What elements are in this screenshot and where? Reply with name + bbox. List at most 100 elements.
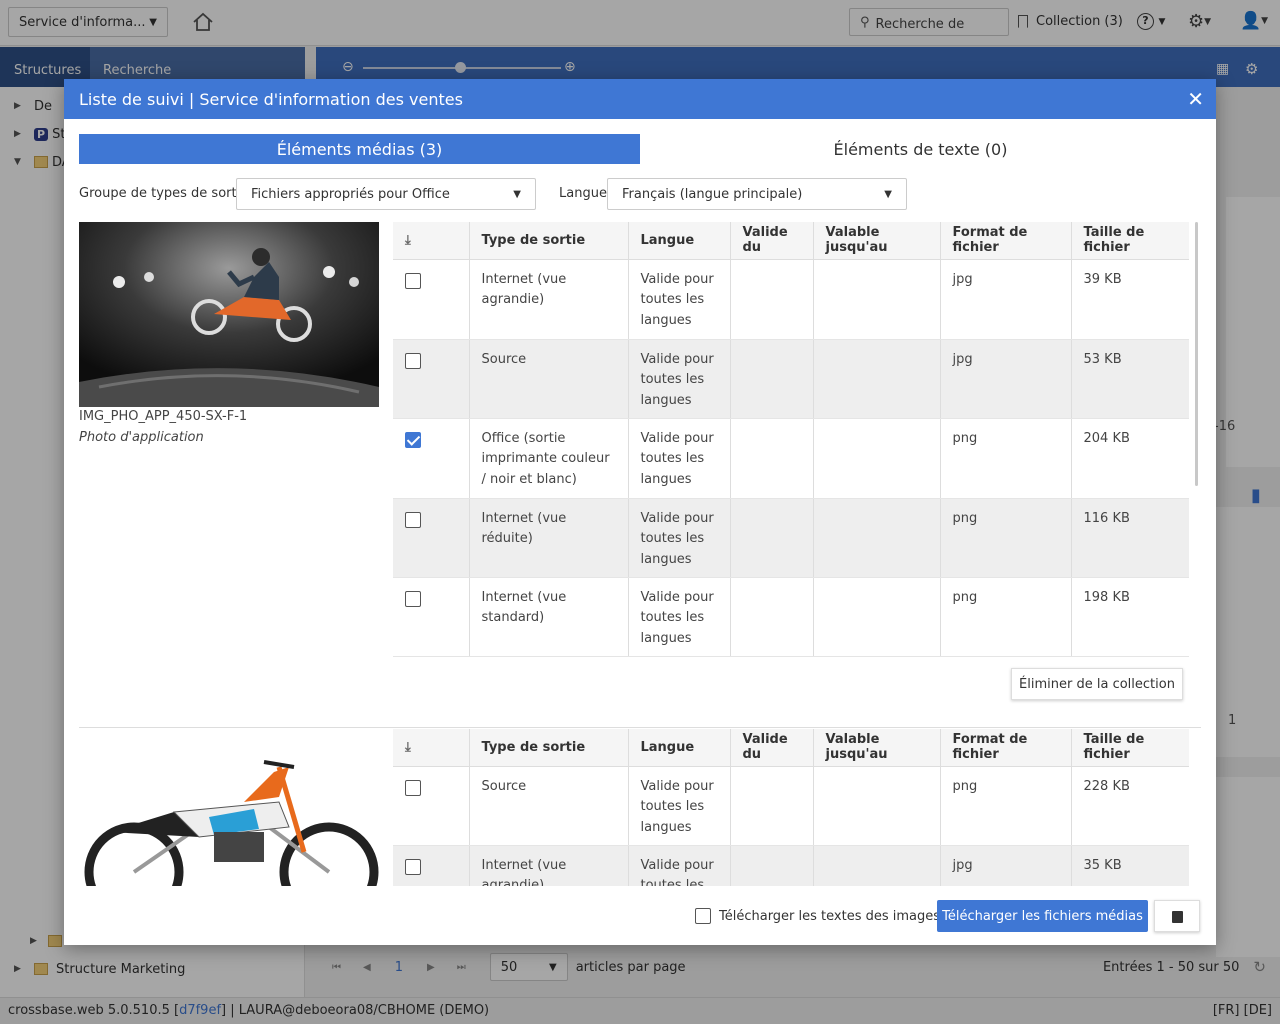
trash-icon: [1171, 911, 1183, 923]
cell-output-type: Source: [481, 351, 527, 367]
table-cell: Office (sortie imprimante couleur / noir…: [469, 418, 629, 499]
table-row[interactable]: Internet (vue agrandie) Valide pour toute…: [393, 259, 1189, 340]
cell-language: Valide pour toutes les langues: [640, 271, 714, 328]
table-cell: png: [940, 498, 1072, 578]
table-cell: Valide pour toutes les langues: [628, 845, 731, 887]
tab-media-elements[interactable]: Éléments médias (3): [79, 134, 640, 164]
column-header-valid-to[interactable]: Valable jusqu'au: [813, 222, 941, 260]
cell-file-format: png: [952, 589, 978, 605]
table-cell: [393, 259, 470, 340]
table-cell: Internet (vue réduite): [469, 498, 629, 578]
table-cell: 228 KB: [1071, 766, 1189, 846]
column-header-language[interactable]: Langue: [628, 222, 731, 260]
table-cell: [730, 577, 814, 657]
table-cell: [813, 766, 941, 846]
dialog-body[interactable]: IMG_PHO_APP_450-SX-F-1 Photo d'applicati…: [64, 222, 1216, 886]
table-cell: [730, 498, 814, 578]
dialog-title: Liste de suivi | Service d'information d…: [79, 89, 463, 109]
cell-output-type: Internet (vue agrandie): [481, 271, 567, 308]
table-row[interactable]: Internet (vue standard) Valide pour toute…: [393, 577, 1189, 657]
table-cell: Valide pour toutes les langues: [628, 766, 731, 846]
cell-file-size: 53 KB: [1083, 351, 1122, 367]
column-header-size[interactable]: Taille de fichier: [1071, 729, 1189, 767]
table-cell: 53 KB: [1071, 339, 1189, 419]
tab-text-elements[interactable]: Éléments de texte (0): [640, 134, 1201, 164]
table-cell: Valide pour toutes les langues: [628, 577, 731, 657]
download-column-header: ⤓: [393, 729, 470, 767]
table-cell: [730, 418, 814, 499]
language-value: Français (langue principale): [622, 186, 803, 202]
scrollbar-thumb[interactable]: [1195, 222, 1198, 486]
table-cell: 116 KB: [1071, 498, 1189, 578]
cell-output-type: Internet (vue réduite): [481, 510, 567, 547]
column-header-language[interactable]: Langue: [628, 729, 731, 767]
table-row[interactable]: Office (sortie imprimante couleur / noir…: [393, 418, 1189, 499]
table-cell: Source: [469, 339, 629, 419]
download-texts-option[interactable]: Télécharger les textes des images: [695, 908, 940, 924]
delete-button[interactable]: [1154, 900, 1200, 932]
table-cell: [393, 418, 470, 499]
row-checkbox[interactable]: [405, 858, 421, 875]
table-row[interactable]: Source Valide pour toutes les langues jpg 5…: [393, 339, 1189, 419]
cell-file-size: 39 KB: [1083, 271, 1122, 287]
column-header-format[interactable]: Format de fichier: [940, 222, 1072, 260]
table-row[interactable]: Internet (vue réduite) Valide pour toutes…: [393, 498, 1189, 578]
row-checkbox[interactable]: [405, 352, 421, 369]
table-cell: Valide pour toutes les langues: [628, 259, 731, 340]
table-cell: Internet (vue standard): [469, 577, 629, 657]
row-checkbox[interactable]: [405, 590, 421, 607]
media-filename: IMG_PHO_APP_450-SX-F-1: [79, 409, 248, 424]
row-checkbox[interactable]: [405, 779, 421, 796]
cell-language: Valide pour toutes les langues: [640, 351, 714, 408]
table-cell: png: [940, 577, 1072, 657]
cell-file-size: 204 KB: [1083, 430, 1130, 446]
download-media-label: Télécharger les fichiers médias: [942, 908, 1143, 924]
table-cell: [813, 259, 941, 340]
table-cell: Internet (vue agrandie): [469, 845, 629, 886]
table-cell: 198 KB: [1071, 577, 1189, 657]
table-cell: Valide pour toutes les langues: [628, 339, 731, 419]
download-icon: ⤓: [405, 739, 411, 755]
download-media-button[interactable]: Télécharger les fichiers médias: [937, 900, 1148, 932]
column-header-type[interactable]: Type de sortie: [469, 222, 629, 260]
table-row[interactable]: Internet (vue agrandie) Valide pour toute…: [393, 845, 1189, 886]
download-texts-checkbox[interactable]: [695, 908, 711, 924]
table-cell: [813, 418, 941, 499]
download-column-header: ⤓: [393, 222, 470, 260]
watchlist-dialog: Liste de suivi | Service d'information d…: [64, 79, 1216, 945]
table-row[interactable]: Source Valide pour toutes les langues png 2…: [393, 766, 1189, 846]
output-group-select[interactable]: Fichiers appropriés pour Office ▼: [236, 178, 536, 210]
column-header-valid-to[interactable]: Valable jusqu'au: [813, 729, 941, 767]
table-cell: Valide pour toutes les langues: [628, 498, 731, 578]
table-cell: png: [940, 766, 1072, 846]
cell-file-format: png: [952, 510, 978, 526]
output-table-1: ⤓ Type de sortie Langue Valide du Valabl…: [393, 222, 1189, 657]
column-header-valid-from[interactable]: Valide du: [730, 729, 814, 767]
dialog-header: Liste de suivi | Service d'information d…: [64, 79, 1216, 119]
table-cell: [813, 577, 941, 657]
column-header-valid-from[interactable]: Valide du: [730, 222, 814, 260]
row-checkbox[interactable]: [405, 511, 421, 528]
language-select[interactable]: Français (langue principale) ▼: [607, 178, 907, 210]
media-caption: Photo d'application: [79, 430, 204, 445]
table-cell: jpg: [940, 259, 1072, 340]
media-thumbnail: [79, 757, 379, 886]
column-header-type[interactable]: Type de sortie: [469, 729, 629, 767]
column-header-format[interactable]: Format de fichier: [940, 729, 1072, 767]
cell-file-size: 198 KB: [1083, 589, 1130, 605]
table-cell: jpg: [940, 339, 1072, 419]
cell-language: Valide pour toutes les langues: [640, 589, 714, 646]
remove-from-collection-button[interactable]: Éliminer de la collection: [1011, 668, 1183, 700]
table-cell: [730, 766, 814, 846]
row-checkbox[interactable]: [405, 431, 421, 448]
cell-file-format: png: [952, 778, 978, 794]
close-icon[interactable]: ✕: [1187, 87, 1204, 111]
row-checkbox[interactable]: [405, 272, 421, 289]
table-cell: jpg: [940, 845, 1072, 886]
table-cell: [730, 259, 814, 340]
cell-language: Valide pour toutes les langues: [640, 857, 714, 887]
column-header-size[interactable]: Taille de fichier: [1071, 222, 1189, 260]
table-cell: [730, 339, 814, 419]
output-group-label: Groupe de types de sortie: [79, 186, 249, 201]
media-thumbnail: [79, 222, 379, 407]
